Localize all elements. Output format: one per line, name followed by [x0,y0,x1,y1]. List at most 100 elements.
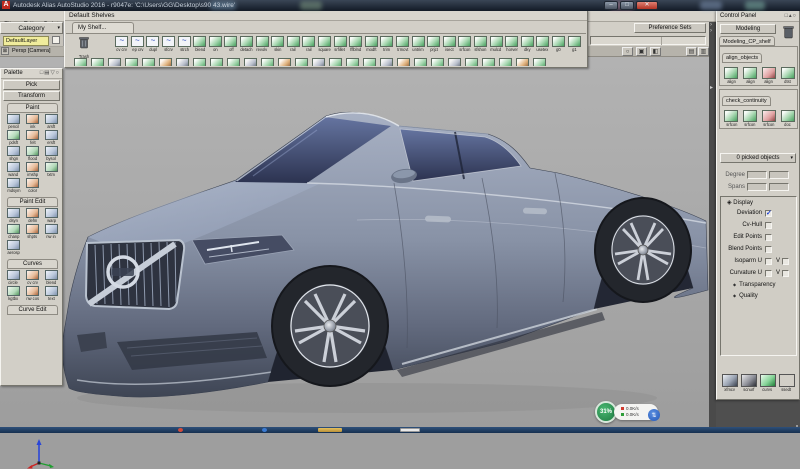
shelf-tool[interactable] [208,58,225,66]
shelf-tool[interactable]: on [208,36,224,52]
palette-tool[interactable]: dsyn [4,208,23,223]
palette-tool[interactable]: defm [23,208,42,223]
shelf-tool[interactable] [276,58,293,66]
palette-tool[interactable]: kgtbx [4,286,23,301]
taskbar-folder-icon[interactable] [318,428,342,432]
shelf-tool[interactable] [531,58,548,66]
cp-tool[interactable]: doc [778,110,797,127]
shelf-tool[interactable]: mulcd [488,36,504,52]
shelf-tool[interactable] [480,58,497,66]
display-section-header[interactable]: ◈ Display [721,197,796,207]
shelf-tool[interactable]: trmcvt [395,36,411,52]
palette-tab-paint-edit[interactable]: Paint Edit [7,197,58,207]
shelf-tool[interactable] [344,58,361,66]
palette-tool[interactable]: color [23,178,42,193]
display-checkbox[interactable] [765,234,772,241]
layer-row[interactable]: DefaultLayer [0,34,63,47]
shelf-tool[interactable] [327,58,344,66]
display-bullet-item[interactable]: Quality [721,290,796,301]
shelf-tool[interactable] [514,58,531,66]
shelf-tool[interactable]: cv crv [114,36,130,52]
cp-tool[interactable]: srfcon [741,110,760,127]
spans-field-1[interactable] [747,183,767,191]
tab-align-objects[interactable]: align_objects [722,53,762,63]
shelf-tool[interactable] [225,58,242,66]
close-button[interactable]: ✕ [636,1,658,10]
display-checkbox[interactable] [765,222,772,229]
control-panel-window[interactable]: Control Panel □▴○ Modeling Modeling_CP_s… [716,10,800,400]
picked-objects-dropdown[interactable]: 0 picked objects ▾ [720,153,796,163]
palette-tool[interactable]: txtm [42,162,61,177]
cp-bottom-tool[interactable]: curvs [758,374,777,392]
view-pane-icon[interactable]: ▣ [636,47,647,56]
shelf-tool[interactable] [259,58,276,66]
viewport-menu-icon[interactable]: ⊠ [1,47,9,55]
palette-tool[interactable]: blend [42,270,61,285]
palette-tab-curves[interactable]: Curves [7,259,58,269]
palette-tool[interactable]: pencil [4,114,23,129]
palette-tool[interactable]: mdsym [4,178,23,193]
cp-bottom-tool[interactable]: scnurf [739,374,758,392]
palette-tool[interactable]: text [42,286,61,301]
preference-sets-button[interactable]: Preference Sets [634,23,706,33]
shelf-tool[interactable]: sfcrv [161,36,177,52]
shelf-tool[interactable]: prjct [426,36,442,52]
palette-tool[interactable]: felt [23,130,42,145]
palette-titlebar[interactable]: Palette □▤▽○ [1,69,62,79]
v-checkbox[interactable] [782,270,789,277]
default-shelves-window[interactable]: Default Shelves My Shelf... Trash cv crv [64,10,588,68]
shelf-tool[interactable] [140,58,157,66]
tab-my-shelf[interactable]: My Shelf... [72,22,134,33]
palette-window-buttons[interactable]: □▤▽○ [40,70,60,76]
shelf-tool[interactable]: srfcon [457,36,473,52]
current-layer-chip[interactable]: DefaultLayer [3,36,49,46]
shelf-tool[interactable]: ep crv [130,36,146,52]
shelf-tool[interactable] [395,58,412,66]
palette-tool[interactable]: shgn [4,146,23,161]
layout-icon[interactable]: ▥ [698,47,709,56]
shelf-window-title[interactable]: Default Shelves [65,11,587,21]
trash-tool[interactable]: Trash [74,36,94,59]
palette-tool[interactable]: circle [4,270,23,285]
shelf-tool[interactable]: g1 [566,36,582,52]
u-checkbox[interactable] [765,270,772,277]
shelf-tool[interactable]: dky [519,36,535,52]
palette-tool[interactable]: shpts [23,224,42,239]
shelf-tool[interactable] [378,58,395,66]
palette-tool[interactable]: cv crv [23,270,42,285]
palette-tool[interactable]: ink [23,114,42,129]
cp-bottom-tool[interactable]: xfmcv [720,374,739,392]
degree-field-1[interactable] [747,171,767,179]
control-panel-window-buttons[interactable]: □▴○ [785,13,797,19]
shelf-tool[interactable]: trim [379,36,395,52]
shelf-tool[interactable]: usetex [535,36,551,52]
palette-section-transform[interactable]: Transform [3,91,60,101]
lightbulb-icon[interactable]: ○ [622,47,633,56]
spans-field-2[interactable] [769,183,789,191]
maximize-button[interactable]: □ [620,1,634,10]
palette-tool[interactable]: chanp [4,224,23,239]
palette-section-pick[interactable]: Pick [3,80,60,90]
shelf-tool[interactable] [106,58,123,66]
shelf-tool[interactable]: skin [270,36,286,52]
palette-tab-curve-edit[interactable]: Curve Edit [7,305,58,315]
shelf-tool[interactable]: dupl [145,36,161,52]
palette-tool[interactable]: ersft [42,130,61,145]
taskbar-window-icon[interactable] [400,428,420,432]
degree-field-2[interactable] [769,171,789,179]
shelf-tool[interactable] [310,58,327,66]
cp-bottom-tool[interactable]: ssedt [777,374,796,392]
display-bullet-item[interactable]: Transparency [721,279,796,290]
shelf-tool[interactable] [497,58,514,66]
shelf-tool[interactable] [72,58,89,66]
shelf-tool[interactable] [463,58,480,66]
palette-tool[interactable]: nw cos [23,286,42,301]
display-checkbox[interactable] [765,210,772,217]
shelf-tool[interactable]: revolv [254,36,270,52]
windows-taskbar[interactable] [0,427,800,433]
palette-tool[interactable]: wand [4,162,23,177]
zoom-box-icon[interactable]: ◧ [650,47,661,56]
perspective-viewport[interactable] [0,57,709,427]
shelf-tool[interactable]: modft [364,36,380,52]
shelf-tool[interactable] [446,58,463,66]
